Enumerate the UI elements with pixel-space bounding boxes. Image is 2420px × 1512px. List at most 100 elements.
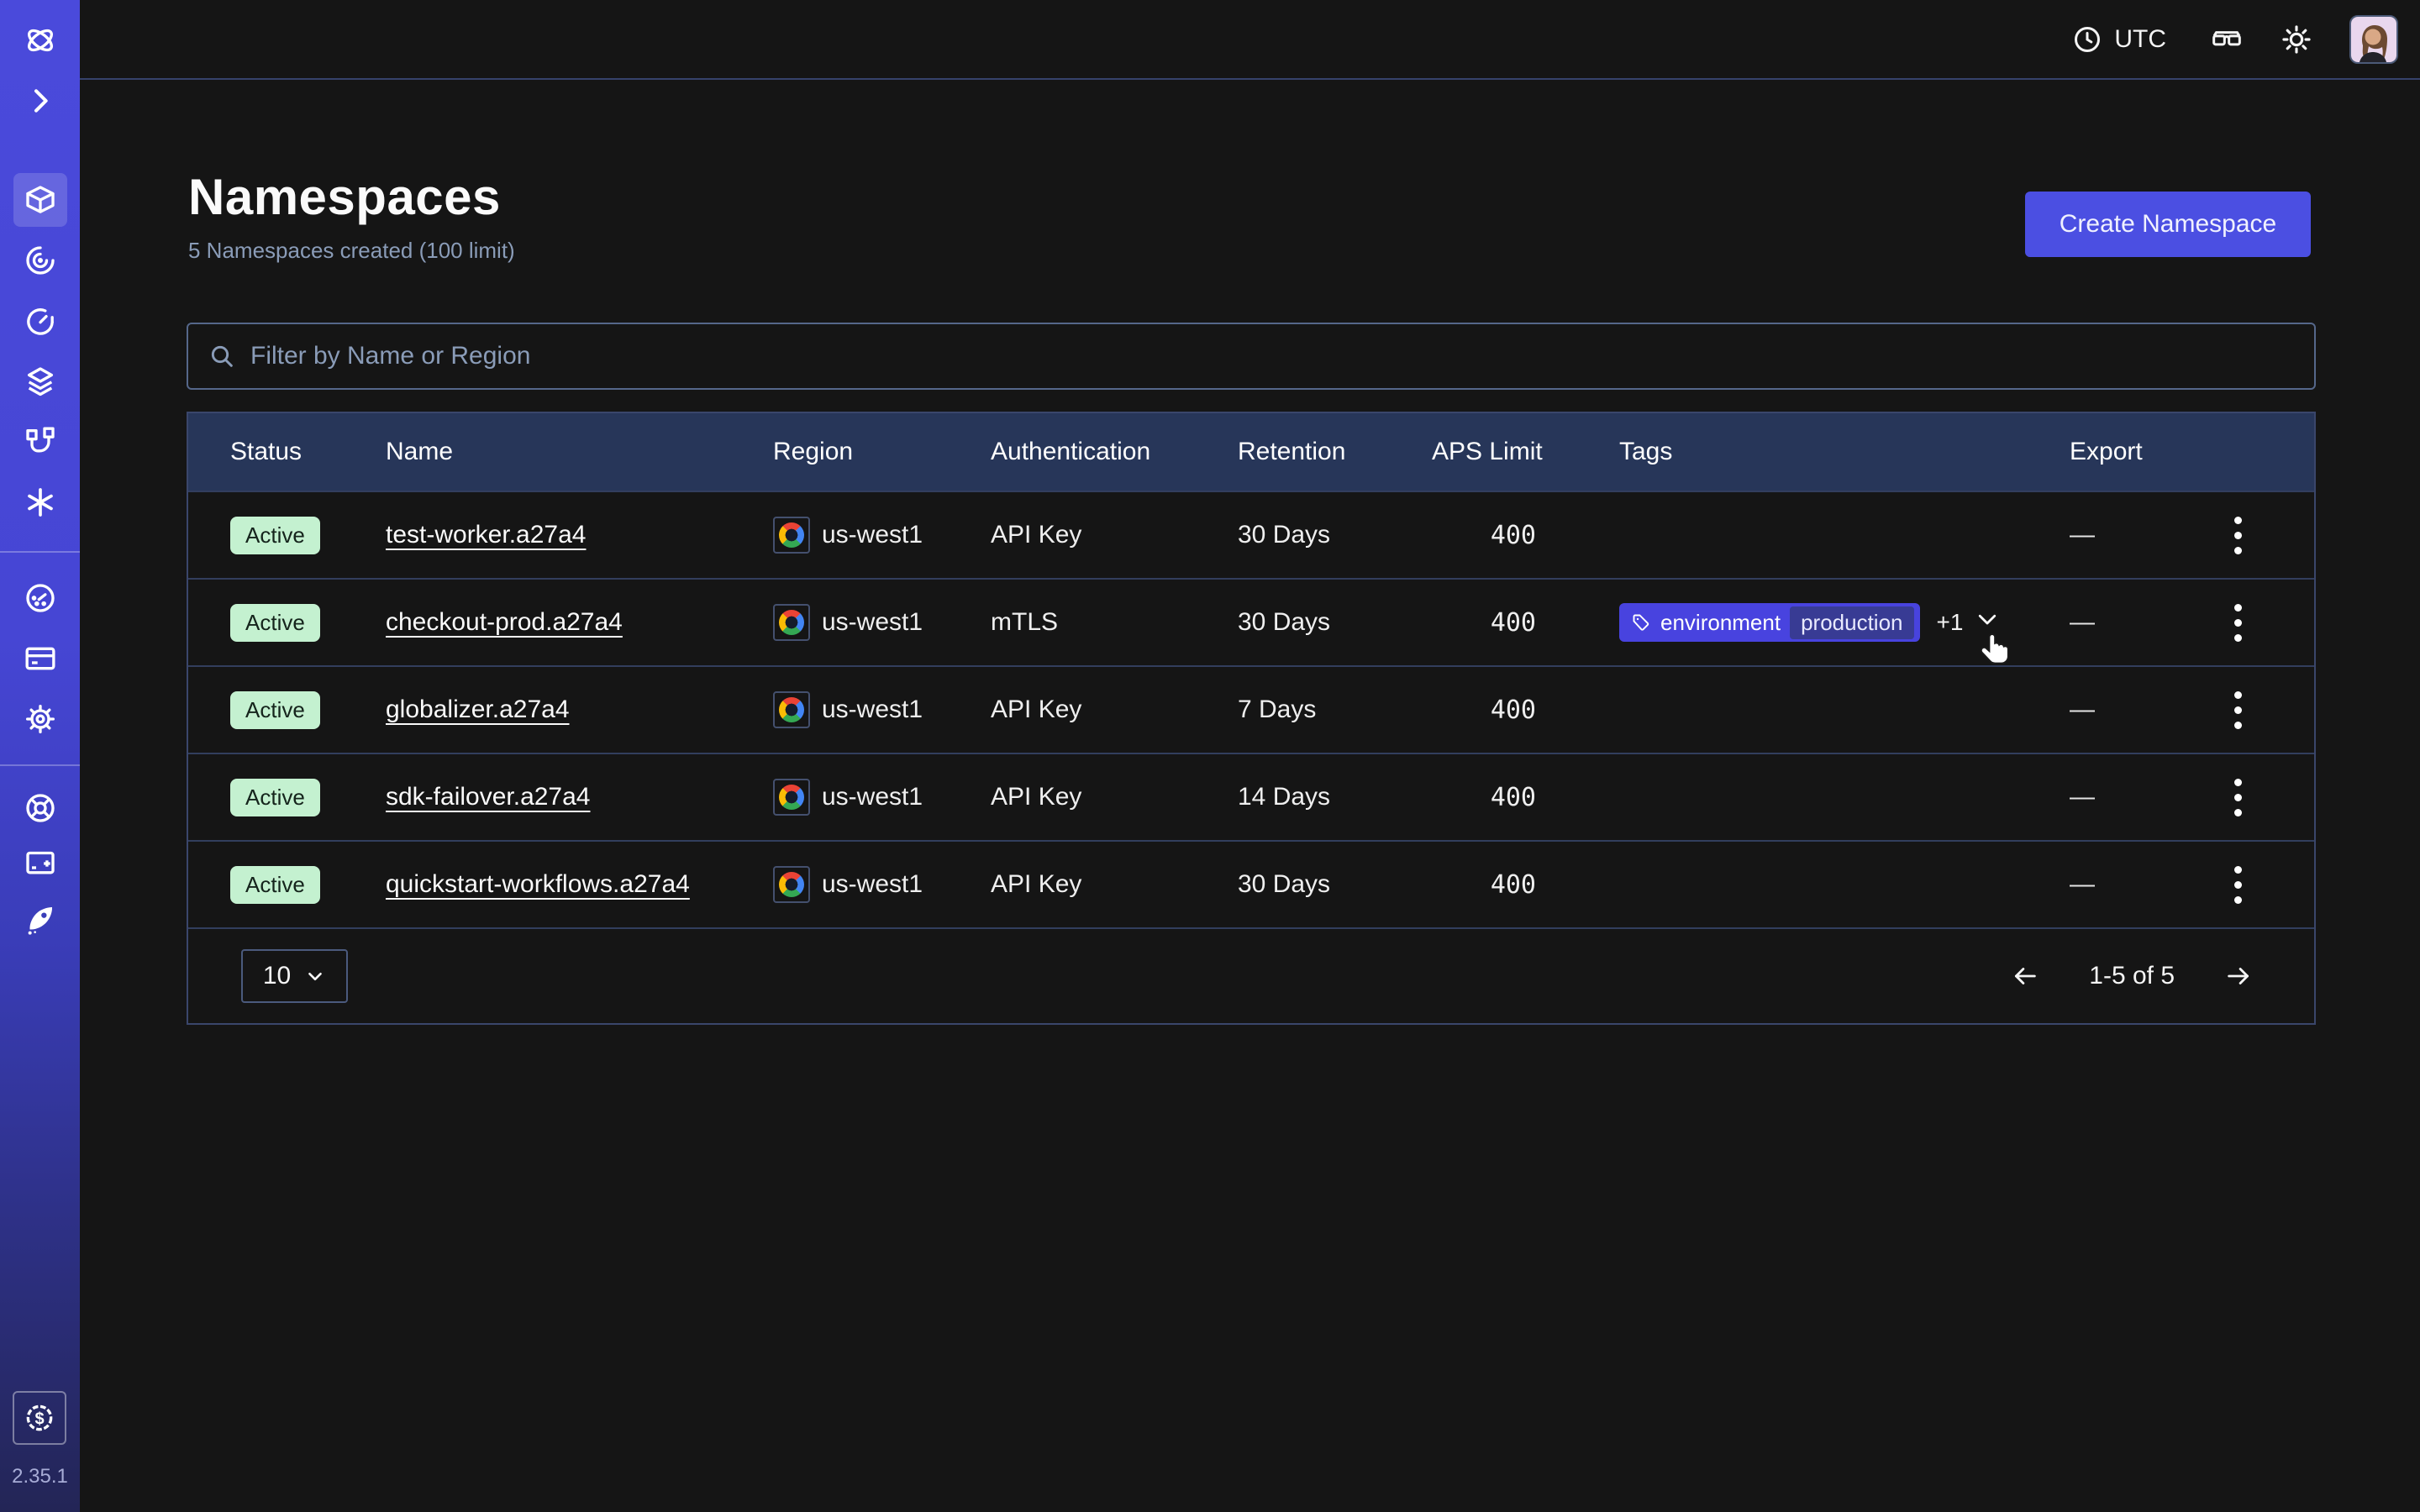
export-value: — (2070, 521, 2095, 549)
col-status: Status (188, 438, 386, 466)
sidebar-item-namespaces[interactable] (13, 173, 67, 227)
timezone-selector[interactable]: UTC (2072, 24, 2166, 55)
app-version: 2.35.1 (12, 1465, 68, 1488)
export-value: — (2070, 696, 2095, 724)
export-value: — (2070, 870, 2095, 899)
gear-icon (24, 702, 57, 736)
page-size-value: 10 (263, 962, 291, 990)
svg-text:$: $ (35, 1410, 45, 1428)
status-badge: Active (230, 517, 320, 554)
labs-toggle-button[interactable] (2210, 23, 2244, 56)
sidebar-item-getting-started[interactable] (13, 892, 67, 946)
table-row: Active sdk-failover.a27a4 us-west1 API K… (188, 753, 2314, 840)
table-row: Active globalizer.a27a4 us-west1 API Key… (188, 665, 2314, 753)
col-export: Export (2070, 438, 2314, 466)
sidebar-item-batch-operations[interactable] (13, 415, 67, 469)
page-title: Namespaces (188, 168, 501, 226)
sidebar-item-schedules[interactable] (13, 294, 67, 348)
sun-icon (2281, 24, 2312, 55)
region-label: us-west1 (822, 521, 923, 549)
credit-card-icon (24, 642, 57, 675)
aps-value: 400 (1432, 870, 1536, 900)
timezone-label: UTC (2114, 25, 2166, 54)
sidebar-item-deployments[interactable] (13, 354, 67, 408)
table-header-row: Status Name Region Authentication Retent… (188, 413, 2314, 491)
branch-icon (24, 425, 57, 459)
timer-icon (24, 304, 57, 338)
row-menu-button[interactable] (2229, 512, 2247, 559)
namespace-link[interactable]: quickstart-workflows.a27a4 (386, 870, 690, 899)
gcp-icon (773, 517, 810, 554)
next-page-button[interactable] (2222, 962, 2255, 990)
sidebar-item-workflows[interactable] (13, 234, 67, 287)
gauge-icon (24, 581, 57, 615)
table-row: Active quickstart-workflows.a27a4 us-wes… (188, 840, 2314, 927)
col-aps-limit: APS Limit (1432, 438, 1619, 466)
avatar[interactable] (2349, 15, 2398, 64)
region-label: us-west1 (822, 608, 923, 637)
col-region: Region (773, 438, 991, 466)
row-menu-button[interactable] (2229, 686, 2247, 734)
layers-icon (24, 365, 57, 398)
row-menu-button[interactable] (2229, 861, 2247, 909)
create-namespace-button[interactable]: Create Namespace (2025, 192, 2311, 257)
chevron-down-icon (1975, 606, 2000, 632)
search-icon (208, 343, 235, 370)
region-label: us-west1 (822, 696, 923, 724)
previous-page-button[interactable] (2008, 962, 2042, 990)
arrow-right-icon (2222, 962, 2255, 990)
namespace-link[interactable]: checkout-prod.a27a4 (386, 608, 623, 637)
row-menu-button[interactable] (2229, 774, 2247, 822)
page-size-select[interactable]: 10 (241, 949, 348, 1003)
status-badge: Active (230, 691, 320, 729)
region-label: us-west1 (822, 870, 923, 899)
auth-label: API Key (991, 783, 1238, 811)
sidebar-expand-button[interactable] (13, 74, 67, 128)
tags-more-count: +1 (1937, 609, 1964, 636)
sidebar-item-settings[interactable] (13, 692, 67, 746)
sidebar-item-release-notes[interactable] (13, 837, 67, 890)
main-content: Namespaces 5 Namespaces created (100 lim… (80, 80, 2420, 1512)
tags-expand-button[interactable] (1975, 606, 2000, 638)
auth-label: API Key (991, 870, 1238, 899)
temporal-logo (13, 13, 67, 67)
sidebar-item-support[interactable] (13, 781, 67, 835)
aps-value: 400 (1432, 521, 1536, 550)
aps-value: 400 (1432, 696, 1536, 725)
filter-search (187, 323, 2316, 390)
export-value: — (2070, 783, 2095, 811)
namespace-link[interactable]: globalizer.a27a4 (386, 696, 570, 724)
tags-cell: environment production +1 (1619, 603, 2070, 642)
pagination-range: 1-5 of 5 (2089, 962, 2175, 990)
region-label: us-west1 (822, 783, 923, 811)
dollar-badge-icon: $ (23, 1401, 56, 1435)
namespace-link[interactable]: sdk-failover.a27a4 (386, 783, 591, 811)
theme-toggle-button[interactable] (2281, 24, 2312, 55)
sidebar-item-pricing[interactable]: $ (13, 1391, 66, 1445)
glasses-icon (2210, 23, 2244, 56)
asterisk-icon (24, 486, 57, 519)
book-plus-icon (24, 847, 57, 880)
auth-label: mTLS (991, 608, 1238, 637)
tag-icon (1631, 612, 1651, 633)
table-row: Active checkout-prod.a27a4 us-west1 mTLS… (188, 578, 2314, 665)
retention-label: 30 Days (1238, 521, 1432, 549)
aps-value: 400 (1432, 783, 1536, 812)
sidebar-item-nexus[interactable] (13, 475, 67, 529)
table-row: Active test-worker.a27a4 us-west1 API Ke… (188, 491, 2314, 578)
sidebar-item-billing[interactable] (13, 632, 67, 685)
tag-value: production (1790, 606, 1913, 639)
gcp-icon (773, 779, 810, 816)
clock-icon (2072, 24, 2102, 55)
row-menu-button[interactable] (2229, 599, 2247, 647)
namespace-link[interactable]: test-worker.a27a4 (386, 521, 586, 549)
search-input[interactable] (235, 324, 2314, 388)
tag-pill[interactable]: environment production (1619, 603, 1920, 642)
sidebar: $ 2.35.1 (0, 0, 80, 1512)
tag-key: environment (1660, 610, 1781, 636)
sidebar-item-usage[interactable] (13, 571, 67, 625)
col-authentication: Authentication (991, 438, 1238, 466)
chevron-down-icon (304, 965, 326, 987)
page-subtitle: 5 Namespaces created (100 limit) (188, 238, 515, 264)
retention-label: 30 Days (1238, 870, 1432, 899)
